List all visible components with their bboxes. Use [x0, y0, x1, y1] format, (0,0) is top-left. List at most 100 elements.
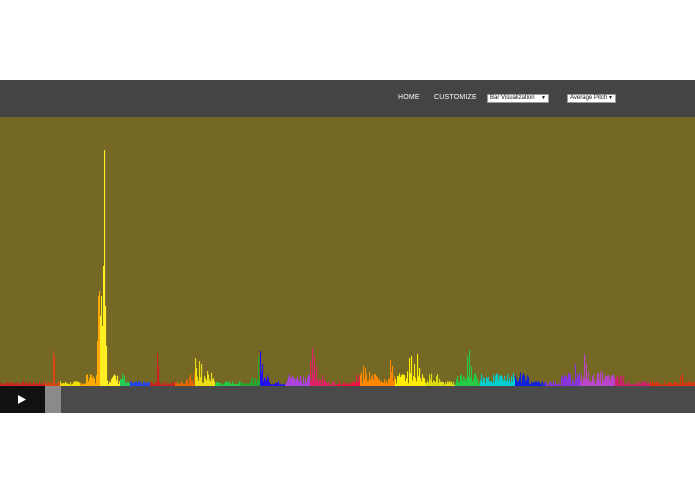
- spectrum-bar: [111, 378, 113, 386]
- spectrum-bar: [566, 375, 568, 386]
- spectrum-bar: [499, 375, 501, 386]
- progress-track[interactable]: [61, 386, 695, 413]
- spectrum-bar: [476, 376, 478, 386]
- spectrum-bar: [293, 377, 295, 386]
- spectrum-bar: [89, 378, 91, 386]
- spectrum-bar: [528, 376, 530, 386]
- spectrum-bar: [439, 378, 441, 386]
- spectrum-bar: [419, 368, 421, 386]
- spectrum-bar: [309, 375, 311, 386]
- spectrum-bar: [575, 364, 577, 386]
- spectrum-bar: [423, 377, 425, 386]
- spectrum-bar: [407, 371, 409, 386]
- spectrum-bar: [113, 375, 115, 386]
- spectrum-bar: [417, 354, 419, 386]
- spectrum-bar: [598, 373, 600, 386]
- spectrum-bar: [303, 375, 305, 386]
- metric-select[interactable]: Average Pitch ▼: [567, 94, 616, 103]
- spectrum-bar: [395, 379, 397, 386]
- spectrum-bar: [376, 376, 378, 386]
- spectrum-bar: [593, 374, 595, 386]
- spectrum-bar: [682, 374, 684, 386]
- spectrum-bar: [371, 376, 373, 386]
- spectrum-bar: [356, 374, 358, 386]
- spectrum-bar: [399, 373, 401, 386]
- spectrum-bar: [422, 374, 424, 386]
- spectrum-bar: [101, 296, 103, 386]
- spectrum-bar: [261, 372, 263, 386]
- progress-scrub-handle[interactable]: [45, 386, 61, 413]
- spectrum-bar: [436, 376, 438, 386]
- spectrum-bar: [392, 366, 394, 386]
- spectrum-bar: [511, 376, 513, 386]
- spectrum-bar: [437, 374, 439, 386]
- spectrum-bar: [197, 376, 199, 386]
- spectrum-bar: [211, 372, 213, 386]
- spectrum-bar: [418, 376, 420, 386]
- spectrum-bar: [90, 374, 92, 386]
- spectrum-bar: [377, 376, 379, 386]
- spectrum-bar: [567, 379, 569, 386]
- spectrum-bar: [115, 375, 117, 386]
- spectrum-bar: [390, 360, 392, 386]
- spectrum-bar: [509, 377, 511, 386]
- spectrum-bar: [588, 372, 590, 386]
- spectrum-bar: [317, 379, 319, 386]
- visualization-select[interactable]: Bar Visualization ▼: [487, 94, 549, 103]
- visualization-canvas: [0, 117, 695, 386]
- spectrum-bar: [209, 379, 211, 386]
- spectrum-bar: [613, 374, 615, 386]
- spectrum-bar: [564, 374, 566, 386]
- spectrum-bar: [112, 377, 114, 386]
- spectrum-bar: [375, 374, 377, 386]
- spectrum-bar: [96, 375, 98, 386]
- spectrum-bar: [569, 373, 571, 386]
- customize-link[interactable]: CUSTOMIZE: [434, 94, 477, 101]
- spectrum-bar: [105, 306, 107, 386]
- spectrum-bar: [86, 374, 88, 386]
- spectrum-bar: [363, 366, 365, 386]
- spectrum-bar: [252, 377, 254, 386]
- spectrum-bar: [204, 376, 206, 386]
- metric-select-value: Average Pitch: [570, 95, 608, 101]
- spectrum-bar: [507, 373, 509, 386]
- spectrum-bar: [614, 377, 616, 386]
- spectrum-bar: [268, 377, 270, 386]
- play-button[interactable]: [0, 386, 45, 413]
- spectrum-bar: [487, 378, 489, 386]
- spectrum-bar: [607, 376, 609, 386]
- spectrum-bar: [468, 376, 470, 386]
- spectrum-bar: [460, 375, 462, 386]
- spectrum-bar: [389, 378, 391, 386]
- spectrum-bar: [562, 376, 564, 386]
- spectrum-bar: [623, 375, 625, 386]
- spectrum-bar: [384, 379, 386, 386]
- spectrum-bar: [570, 374, 572, 386]
- spectrum-bar: [414, 364, 416, 386]
- spectrum-bar: [251, 378, 253, 386]
- spectrum-bar: [456, 379, 458, 386]
- spectrum-bar: [502, 377, 504, 386]
- spectrum-bar: [572, 378, 574, 386]
- spectrum-bar: [213, 378, 215, 386]
- spectrum-bar: [523, 373, 525, 386]
- spectrum-bar: [117, 375, 119, 386]
- app-window: HOME CUSTOMIZE Bar Visualization ▼ Avera…: [0, 80, 695, 413]
- spectrum-bar: [322, 374, 324, 386]
- spectrum-bar: [99, 291, 101, 386]
- spectrum-bar: [493, 374, 495, 386]
- spectrum-bar: [305, 378, 307, 386]
- home-link[interactable]: HOME: [398, 94, 420, 101]
- spectrum-bar: [200, 377, 202, 386]
- spectrum-bar: [255, 378, 257, 386]
- spectrum-bar: [563, 378, 565, 386]
- spectrum-bar: [515, 375, 517, 386]
- spectrum-bar: [300, 375, 302, 386]
- spectrum-bar: [288, 377, 290, 386]
- spectrum-bar: [291, 377, 293, 386]
- top-navigation-bar: HOME CUSTOMIZE Bar Visualization ▼ Avera…: [0, 80, 695, 117]
- spectrum-bar: [208, 374, 210, 386]
- spectrum-bar: [102, 326, 104, 386]
- spectrum-bar: [464, 377, 466, 386]
- spectrum-bar: [398, 376, 400, 386]
